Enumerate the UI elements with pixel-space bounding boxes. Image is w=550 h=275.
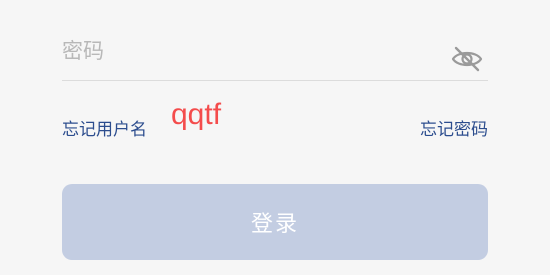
login-form: 忘记用户名 qqtf 忘记密码 登录 [0,0,550,275]
password-input[interactable] [62,34,432,68]
login-button[interactable]: 登录 [62,184,488,260]
forgot-username-link[interactable]: 忘记用户名 [62,115,147,140]
annotation-label: qqtf [171,98,222,131]
password-field-row [62,28,488,81]
forgot-password-link[interactable]: 忘记密码 [420,115,488,140]
eye-off-icon[interactable] [450,44,484,74]
